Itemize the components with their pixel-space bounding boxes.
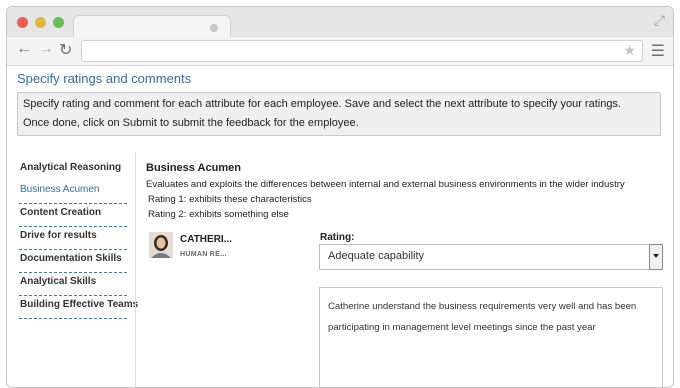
instructions-line-1: Specify rating and comment for each attr… [23,98,621,110]
address-bar[interactable]: ★ [81,40,643,62]
reload-icon[interactable]: ↻ [59,40,72,60]
rating-1-description: Rating 1: exhibits these characteristics [148,194,312,205]
sidebar-divider [135,152,136,387]
sidebar-item-business-acumen[interactable]: Business Acumen [19,181,127,204]
back-arrow-icon[interactable]: ← [16,40,32,58]
dropdown-arrow-icon[interactable] [649,244,663,270]
page-title: Specify ratings and comments [17,71,192,86]
attribute-description: Evaluates and exploits the differences b… [146,179,625,190]
sidebar-item-documentation-skills[interactable]: Documentation Skills [19,250,127,273]
employee-department: HUMAN RE... [180,251,227,258]
browser-toolbar: ← → ↻ ★ ☰ [7,37,673,66]
expand-icon[interactable]: ⤢ [654,12,665,29]
browser-tab[interactable] [73,15,231,38]
sidebar-item-analytical-reasoning[interactable]: Analytical Reasoning [19,159,127,181]
sidebar-item-content-creation[interactable]: Content Creation [19,204,127,227]
sidebar-item-drive-for-results[interactable]: Drive for results [19,227,127,250]
rating-dropdown[interactable]: Adequate capability [319,244,663,270]
page-content: Specify ratings and comments Specify rat… [7,66,673,387]
rating-selected-value: Adequate capability [328,250,425,262]
sidebar-item-analytical-skills[interactable]: Analytical Skills [19,273,127,296]
sidebar-item-building-effective-teams[interactable]: Building Effective Teams [19,296,138,319]
employee-avatar [149,232,173,258]
instructions-box: Specify rating and comment for each attr… [17,92,661,136]
minimize-window-button[interactable] [35,17,46,28]
forward-arrow-icon[interactable]: → [38,40,54,58]
browser-menu-icon[interactable]: ☰ [651,41,665,61]
employee-name: CATHERI... [180,234,233,245]
tab-close-icon[interactable] [210,24,218,32]
bookmark-star-icon[interactable]: ★ [623,42,636,59]
instructions-line-2: Once done, click on Submit to submit the… [23,117,359,129]
rating-label: Rating: [320,232,355,243]
maximize-window-button[interactable] [53,17,64,28]
attribute-title: Business Acumen [146,162,241,174]
attribute-sidebar: Analytical Reasoning Business Acumen Con… [19,159,138,319]
rating-2-description: Rating 2: exhibits something else [148,209,289,220]
close-window-button[interactable] [17,17,28,28]
comment-text: Catherine understand the business requir… [328,301,637,333]
browser-window: ⤢ ← → ↻ ★ ☰ Specify ratings and comments… [6,6,674,388]
comment-textarea[interactable]: Catherine understand the business requir… [319,287,663,387]
title-bar: ⤢ [7,7,673,38]
